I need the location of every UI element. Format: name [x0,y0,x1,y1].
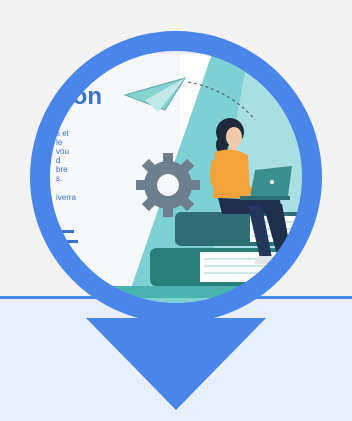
page: ion s et le vou d bre s. iverra [0,0,352,421]
pin-pointer [86,318,266,410]
gear-icon [136,153,200,217]
location-pin-icon: ion s et le vou d bre s. iverra [30,31,322,410]
fragment-line: d [56,156,60,165]
fragment-line: vou [56,147,69,156]
fragment-line: s. [56,174,62,183]
fragment-line: bre [56,165,68,174]
fragment-link: iverra [56,193,77,202]
fragment-line: le [56,138,63,147]
